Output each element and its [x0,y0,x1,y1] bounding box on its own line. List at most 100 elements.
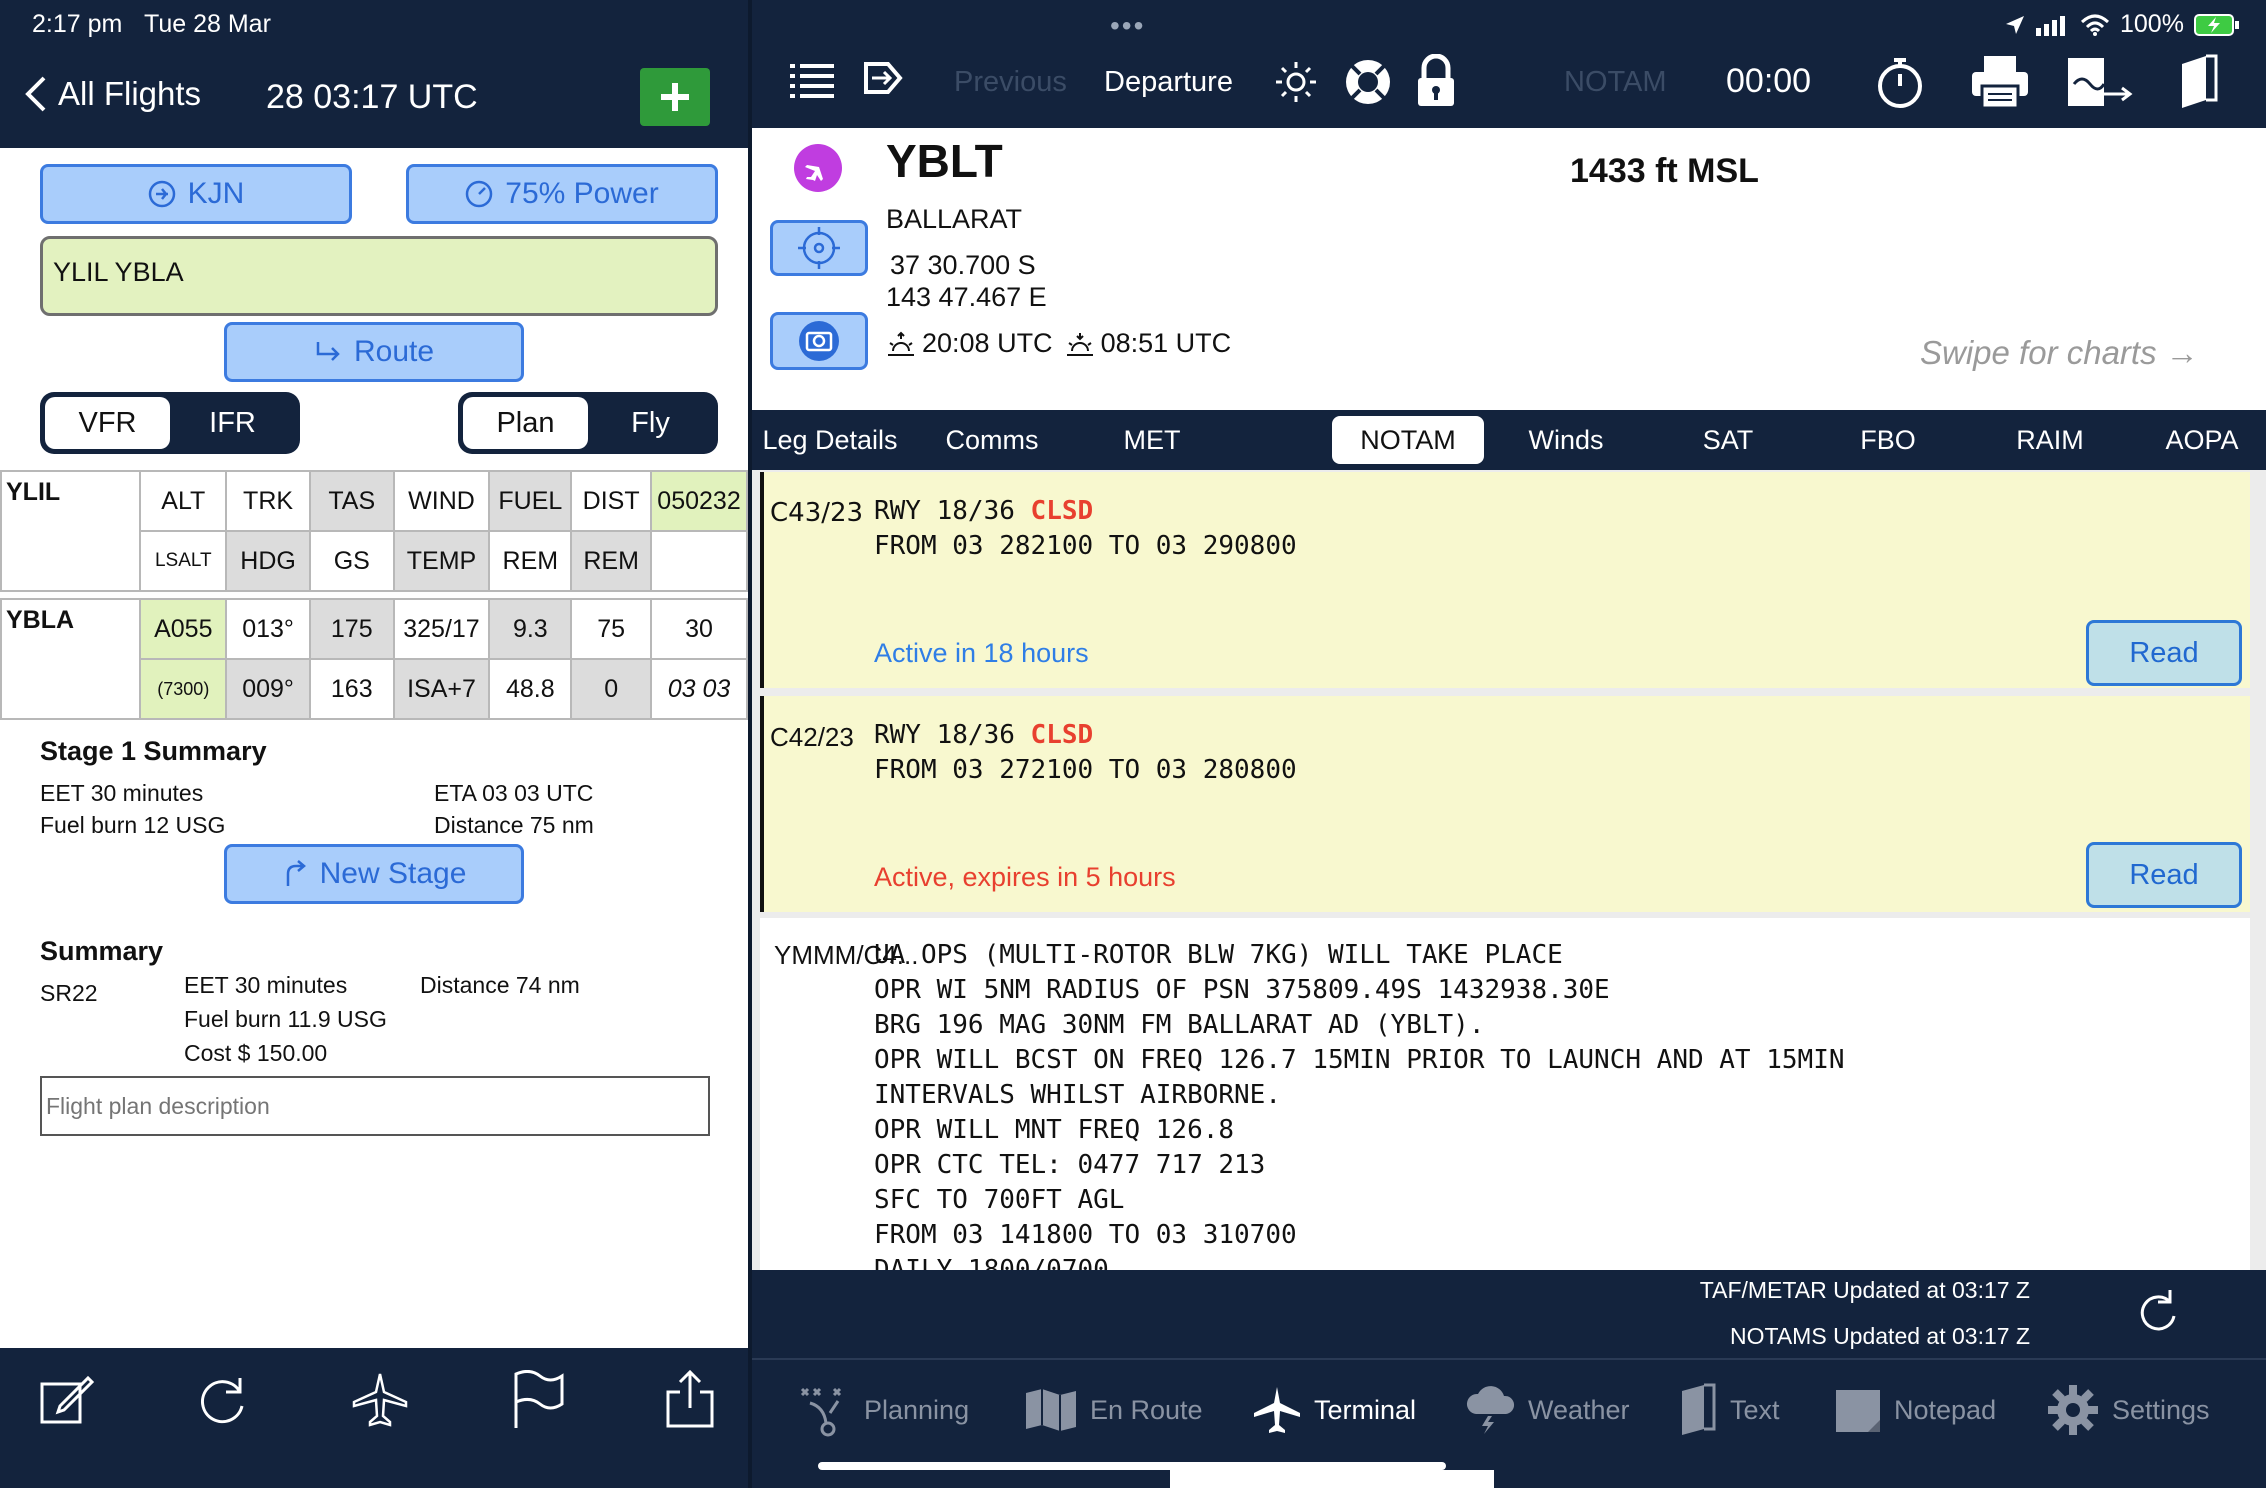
notam-line: FROM 03 282100 TO 03 290800 [874,531,1297,561]
nav-weather[interactable]: Weather [1464,1375,1630,1445]
flag-icon[interactable] [508,1370,568,1430]
leg-time: 30 [650,598,748,660]
nav-settings-label: Settings [2112,1394,2210,1425]
aircraft-button[interactable]: KJN [40,164,352,224]
new-stage-button[interactable]: New Stage [224,844,524,904]
nav-weather-label: Weather [1528,1394,1630,1425]
read-notam-button[interactable]: Read [2086,842,2242,908]
nav-text[interactable]: Text [1678,1375,1780,1445]
tab-comms[interactable]: Comms [914,416,1070,464]
locate-airport-button[interactable] [770,220,868,276]
refresh-icon[interactable] [194,1370,254,1430]
status-indicators: 100% [2004,10,2240,39]
back-label: All Flights [58,75,202,112]
refresh-icon[interactable] [2136,1286,2180,1334]
notam-line: BRG 196 MAG 30NM FM BALLARAT AD (YBLT). [874,1010,1485,1040]
notam-status: Active in 18 hours [874,638,1089,668]
sun-times: 20:08 UTC 08:51 UTC [886,328,1231,359]
toggle-ifr[interactable]: IFR [170,397,295,449]
notam-line: FROM 03 272100 TO 03 280800 [874,755,1297,785]
nav-from-waypoint[interactable]: YLIL [0,470,142,592]
leg-temp: ISA+7 [392,658,491,720]
read-notam-button[interactable]: Read [2086,620,2242,686]
hdr-trk: TRK [225,470,311,532]
route-arrow-icon [316,342,340,361]
tab-met[interactable]: MET [1074,416,1230,464]
leg-dist: 75 [570,598,653,660]
printer-icon[interactable] [1970,54,2030,110]
departure-button[interactable]: Departure [1104,66,1233,99]
nav-planning[interactable]: Planning [798,1375,969,1445]
route-button[interactable]: Route [224,322,524,382]
lock-icon[interactable] [1414,54,1458,108]
hdr-wind: WIND [392,470,491,532]
nav-to-waypoint[interactable]: YBLA [0,598,142,720]
nav-en-route[interactable]: En Route [1024,1375,1203,1445]
taf-metar-updated: TAF/METAR Updated at 03:17 Z [1699,1277,2030,1303]
hdr-time[interactable]: 050232 [650,470,748,532]
stage-distance: Distance 75 nm [434,812,594,838]
toggle-vfr[interactable]: VFR [45,397,170,449]
share-icon[interactable] [660,1370,720,1430]
toggle-fly[interactable]: Fly [588,397,713,449]
multitask-dots-icon[interactable]: ••• [1110,10,1145,42]
swipe-for-charts-hint[interactable]: Swipe for charts → [1920,334,2199,372]
tab-aopa[interactable]: AOPA [2132,416,2266,464]
hdr-gs: GS [308,530,395,592]
tab-sat[interactable]: SAT [1650,416,1806,464]
nav-planning-label: Planning [864,1394,970,1425]
brightness-icon[interactable] [1274,60,1318,104]
nav-notepad[interactable]: Notepad [1834,1375,1996,1445]
tab-raim[interactable]: RAIM [1972,416,2128,464]
nav-terminal[interactable]: Terminal [1252,1375,1416,1445]
lifebuoy-icon[interactable] [1342,56,1394,108]
flight-plan-file-icon[interactable] [2064,54,2134,110]
airplane-icon [805,157,829,181]
hdr-alt: ALT [139,470,228,532]
nav-en-route-label: En Route [1090,1394,1203,1425]
back-button[interactable]: All Flights [22,74,201,114]
home-indicator-extension [1170,1470,1494,1488]
stopwatch-icon[interactable] [1874,56,1926,110]
summary-fuel: Fuel burn 11.9 USG [184,1006,387,1032]
notam-item[interactable]: C42/23 RWY 18/36 CLSD FROM 03 272100 TO … [760,696,2250,912]
home-indicator [818,1462,1446,1470]
summary-eet: EET 30 minutes [184,972,348,998]
notam-line-text: RWY 18/36 [874,720,1031,750]
toggle-plan[interactable]: Plan [463,397,588,449]
gear-icon [2048,1385,2098,1435]
notam-item[interactable]: C43/23 RWY 18/36 CLSD FROM 03 282100 TO … [760,472,2250,688]
tab-notam[interactable]: NOTAM [1332,416,1484,464]
chevron-left-icon [25,76,46,112]
notam-item[interactable]: YMMM/C4... UA OPS (MULTI-ROTOR BLW 7KG) … [760,918,2250,1270]
previous-button[interactable]: Previous [954,66,1067,99]
list-icon[interactable] [790,62,834,98]
add-flight-button[interactable] [640,68,710,126]
tab-leg-details[interactable]: Leg Details [752,416,908,464]
notam-button[interactable]: NOTAM [1564,66,1667,99]
planning-play-icon [800,1387,842,1437]
leg-alt[interactable]: A055 [139,598,228,660]
flight-plan-description-input[interactable] [40,1076,710,1136]
tab-winds[interactable]: Winds [1488,416,1644,464]
airport-photo-button[interactable] [770,312,868,370]
airplane-icon[interactable] [350,1370,410,1430]
notam-line: FROM 03 141800 TO 03 310700 [874,1220,1297,1250]
route-sign-icon[interactable] [862,58,906,100]
book-icon[interactable] [2176,54,2220,110]
tab-fbo[interactable]: FBO [1810,416,1966,464]
airport-elevation: 1433 ft MSL [1570,152,1759,190]
crosshair-icon [798,227,840,269]
nav-settings[interactable]: Settings [2046,1375,2210,1445]
nav-text-label: Text [1730,1394,1780,1425]
aircraft-button-label: KJN [187,177,245,210]
edit-icon[interactable] [36,1370,96,1430]
timer-display[interactable]: 00:00 [1726,62,1811,101]
airport-type-icon [794,144,842,192]
notam-line: RWY 18/36 CLSD [874,718,1093,753]
rules-toggle: VFR IFR [40,392,300,454]
hdr-lsalt: LSALT [139,530,228,592]
power-button[interactable]: 75% Power [406,164,718,224]
route-field[interactable]: YLIL YBLA [40,236,718,316]
leg-dist-rem: 0 [570,658,653,720]
